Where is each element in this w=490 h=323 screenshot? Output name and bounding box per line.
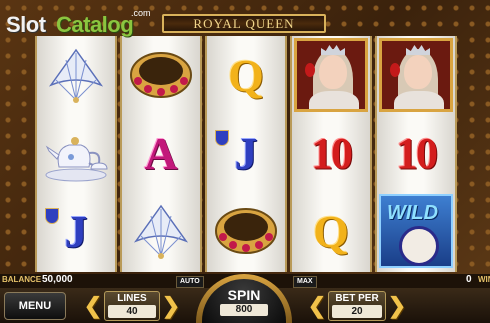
q-letter: Q bbox=[228, 49, 264, 101]
lines-increase-arrow-icon[interactable]: ❯ bbox=[162, 293, 180, 319]
bet-per-value: 20 bbox=[332, 305, 382, 318]
symbol-teapot bbox=[37, 114, 115, 192]
auto-button[interactable]: AUTO bbox=[176, 276, 204, 288]
q-letter: Q bbox=[313, 205, 349, 257]
symbol-wild: WILD bbox=[377, 192, 455, 270]
logo-catalog: Catalog bbox=[56, 12, 134, 37]
reel-4: 10 Q bbox=[290, 36, 372, 272]
symbol-a: A bbox=[122, 114, 200, 192]
teapot-icon bbox=[45, 137, 108, 182]
symbol-q: Q bbox=[292, 192, 370, 270]
game-title: ROYAL QUEEN bbox=[162, 14, 326, 33]
slotcatalog-watermark: Slot Catalog .com bbox=[6, 4, 156, 38]
shield-icon bbox=[215, 130, 229, 146]
symbol-fan bbox=[122, 192, 200, 270]
reel-5: 10 WILD bbox=[375, 36, 457, 272]
logo-com: .com bbox=[131, 8, 151, 18]
queen-icon bbox=[379, 38, 453, 112]
lines-decrease-arrow-icon[interactable]: ❮ bbox=[84, 293, 102, 319]
a-letter: A bbox=[144, 127, 178, 179]
bet-per-field: BET PER 20 bbox=[328, 291, 386, 321]
symbol-j: J bbox=[207, 114, 285, 192]
bet-decrease-arrow-icon[interactable]: ❮ bbox=[308, 293, 326, 319]
symbol-q: Q bbox=[207, 36, 285, 114]
symbol-queen bbox=[292, 36, 370, 114]
balance-label: BALANCE bbox=[2, 275, 42, 284]
lines-value: 40 bbox=[108, 305, 156, 318]
win-label: WIN bbox=[478, 275, 490, 284]
spin-label: SPIN bbox=[227, 287, 261, 303]
max-button[interactable]: MAX bbox=[293, 276, 317, 288]
lines-field: LINES 40 bbox=[104, 291, 160, 321]
wild-jester-icon: WILD bbox=[379, 194, 453, 268]
logo-slot: Slot bbox=[6, 12, 46, 37]
symbol-ten: 10 bbox=[377, 114, 455, 192]
reel-3: Q J bbox=[205, 36, 287, 272]
win-value: 0 bbox=[466, 274, 472, 285]
reel-1: J bbox=[35, 36, 117, 272]
reel-2: A bbox=[120, 36, 202, 272]
total-bet-value: 800 bbox=[220, 304, 268, 316]
queen-icon bbox=[294, 38, 368, 112]
symbol-bracelet bbox=[122, 36, 200, 114]
reels-area: J A Q J 10 Q 10 WILD bbox=[35, 36, 459, 272]
bracelet-icon bbox=[130, 52, 192, 98]
lines-label: LINES bbox=[117, 293, 147, 304]
bet-increase-arrow-icon[interactable]: ❯ bbox=[388, 293, 406, 319]
symbol-j: J bbox=[37, 192, 115, 270]
wild-label: WILD bbox=[387, 202, 439, 224]
shield-icon bbox=[45, 208, 59, 224]
fan-icon bbox=[48, 48, 104, 103]
ten-label: 10 bbox=[311, 128, 353, 178]
j-letter: J bbox=[234, 127, 258, 179]
bracelet-icon bbox=[215, 208, 277, 254]
bet-per-label: BET PER bbox=[335, 293, 379, 304]
symbol-bracelet bbox=[207, 192, 285, 270]
ten-label: 10 bbox=[396, 128, 438, 178]
symbol-queen bbox=[377, 36, 455, 114]
symbol-ten: 10 bbox=[292, 114, 370, 192]
symbol-fan bbox=[37, 36, 115, 114]
j-letter: J bbox=[64, 205, 88, 257]
balance-value: 50,000 bbox=[42, 274, 73, 285]
menu-button[interactable]: MENU bbox=[4, 292, 66, 320]
fan-icon bbox=[133, 204, 189, 259]
